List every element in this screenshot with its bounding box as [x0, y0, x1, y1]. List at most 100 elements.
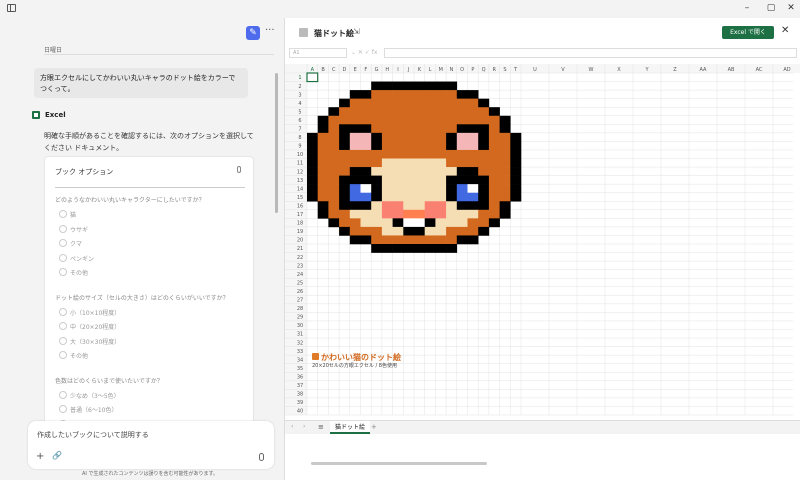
- pixel-cell[interactable]: [435, 98, 447, 108]
- pixel-cell[interactable]: [478, 107, 490, 117]
- pixel-cell[interactable]: [446, 226, 458, 236]
- pixel-cell[interactable]: [349, 124, 361, 134]
- pixel-cell[interactable]: [435, 115, 447, 125]
- pixel-cell[interactable]: [424, 158, 436, 168]
- pixel-cell[interactable]: [446, 175, 458, 185]
- column-header-p[interactable]: P: [471, 67, 474, 73]
- pixel-cell[interactable]: [467, 115, 479, 125]
- pixel-cell[interactable]: [349, 98, 361, 108]
- pixel-cell[interactable]: [403, 81, 415, 91]
- pixel-cell[interactable]: [467, 90, 479, 99]
- pixel-cell[interactable]: [424, 192, 436, 202]
- pixel-cell[interactable]: [349, 226, 361, 236]
- pixel-cell[interactable]: [360, 141, 372, 151]
- pixel-cell[interactable]: [371, 124, 383, 134]
- chat-scrollbar[interactable]: [275, 73, 278, 213]
- row-header-8[interactable]: 8: [298, 135, 301, 141]
- pixel-cell[interactable]: [317, 167, 329, 176]
- sheet-canvas[interactable]: A B C D E F G H I J K L M N O P Q R S T U V W X Y Z AA AB AC AD123456…: [285, 64, 800, 466]
- row-header-13[interactable]: 13: [297, 178, 303, 184]
- column-header-r[interactable]: R: [493, 67, 497, 73]
- row-header-26[interactable]: 26: [297, 289, 303, 295]
- pixel-cell[interactable]: [435, 218, 447, 228]
- pixel-cell[interactable]: [424, 175, 436, 185]
- pixel-cell[interactable]: [467, 141, 479, 151]
- pixel-cell[interactable]: [317, 201, 329, 211]
- maximize-button[interactable]: ▢: [764, 3, 778, 13]
- pixel-cell[interactable]: [328, 107, 340, 117]
- pixel-cell[interactable]: [339, 141, 351, 151]
- pixel-cell[interactable]: [414, 226, 425, 236]
- pixel-cell[interactable]: [488, 115, 500, 125]
- pixel-cell[interactable]: [392, 90, 404, 99]
- pixel-cell[interactable]: [392, 141, 404, 151]
- row-header-33[interactable]: 33: [297, 349, 303, 355]
- pixel-cell[interactable]: [339, 226, 351, 236]
- pixel-cell[interactable]: [424, 132, 436, 142]
- row-header-40[interactable]: 40: [297, 409, 303, 415]
- pixel-cell[interactable]: [381, 81, 393, 91]
- pixel-cell[interactable]: [307, 141, 318, 151]
- pixel-cell[interactable]: [446, 81, 458, 91]
- pixel-cell[interactable]: [488, 124, 500, 134]
- pixel-cell[interactable]: [499, 175, 511, 185]
- pixel-cell[interactable]: [403, 184, 415, 193]
- row-header-7[interactable]: 7: [298, 127, 301, 133]
- pixel-cell[interactable]: [381, 90, 393, 99]
- column-header-a[interactable]: A: [311, 67, 315, 73]
- pixel-cell[interactable]: [488, 201, 500, 211]
- pixel-cell[interactable]: [510, 141, 522, 151]
- column-header-e[interactable]: E: [354, 67, 357, 73]
- pixel-cell[interactable]: [478, 218, 490, 228]
- pixel-cell[interactable]: [371, 167, 383, 176]
- pixel-cell[interactable]: [499, 192, 511, 202]
- pixel-cell[interactable]: [339, 209, 351, 219]
- pixel-cell[interactable]: [446, 192, 458, 202]
- pixel-cell[interactable]: [403, 192, 415, 202]
- pixel-cell[interactable]: [467, 107, 479, 117]
- pixel-cell[interactable]: [456, 132, 468, 142]
- pixel-cell[interactable]: [414, 81, 425, 91]
- pixel-cell[interactable]: [510, 149, 522, 159]
- pixel-cell[interactable]: [381, 98, 393, 108]
- row-header-16[interactable]: 16: [297, 203, 303, 209]
- pixel-cell[interactable]: [446, 149, 458, 159]
- pixel-cell[interactable]: [339, 115, 351, 125]
- pixel-cell[interactable]: [488, 132, 500, 142]
- pixel-cell[interactable]: [456, 175, 468, 185]
- pixel-cell[interactable]: [317, 124, 329, 134]
- pixel-cell[interactable]: [446, 124, 458, 134]
- pixel-cell[interactable]: [371, 141, 383, 151]
- column-header-z[interactable]: Z: [673, 67, 677, 73]
- pixel-cell[interactable]: [499, 184, 511, 193]
- pixel-cell[interactable]: [424, 107, 436, 117]
- pixel-cell[interactable]: [307, 175, 318, 185]
- pixel-cell[interactable]: [414, 98, 425, 108]
- microphone-icon[interactable]: [259, 453, 264, 461]
- pixel-cell[interactable]: [317, 158, 329, 168]
- pixel-cell[interactable]: [328, 192, 340, 202]
- pixel-cell[interactable]: [446, 141, 458, 151]
- column-header-u[interactable]: U: [533, 67, 537, 73]
- pixel-cell[interactable]: [478, 98, 490, 108]
- pixel-cell[interactable]: [510, 184, 522, 193]
- close-window-button[interactable]: ✕: [784, 3, 798, 13]
- pixel-cell[interactable]: [403, 132, 415, 142]
- pixel-cell[interactable]: [381, 226, 393, 236]
- pixel-cell[interactable]: [467, 235, 479, 245]
- pixel-cell[interactable]: [349, 192, 361, 202]
- column-header-s[interactable]: S: [503, 67, 506, 73]
- column-header-l[interactable]: L: [429, 67, 432, 73]
- pixel-cell[interactable]: [467, 218, 479, 228]
- pixel-cell[interactable]: [478, 226, 490, 236]
- pixel-cell[interactable]: [339, 192, 351, 202]
- pixel-cell[interactable]: [478, 167, 490, 176]
- add-sheet-button[interactable]: +: [371, 423, 377, 431]
- pixel-cell[interactable]: [403, 167, 415, 176]
- pixel-cell[interactable]: [446, 107, 458, 117]
- pixel-cell[interactable]: [467, 167, 479, 176]
- pixel-cell[interactable]: [371, 149, 383, 159]
- pixel-cell[interactable]: [371, 175, 383, 185]
- pixel-cell[interactable]: [446, 209, 458, 219]
- pixel-cell[interactable]: [360, 158, 372, 168]
